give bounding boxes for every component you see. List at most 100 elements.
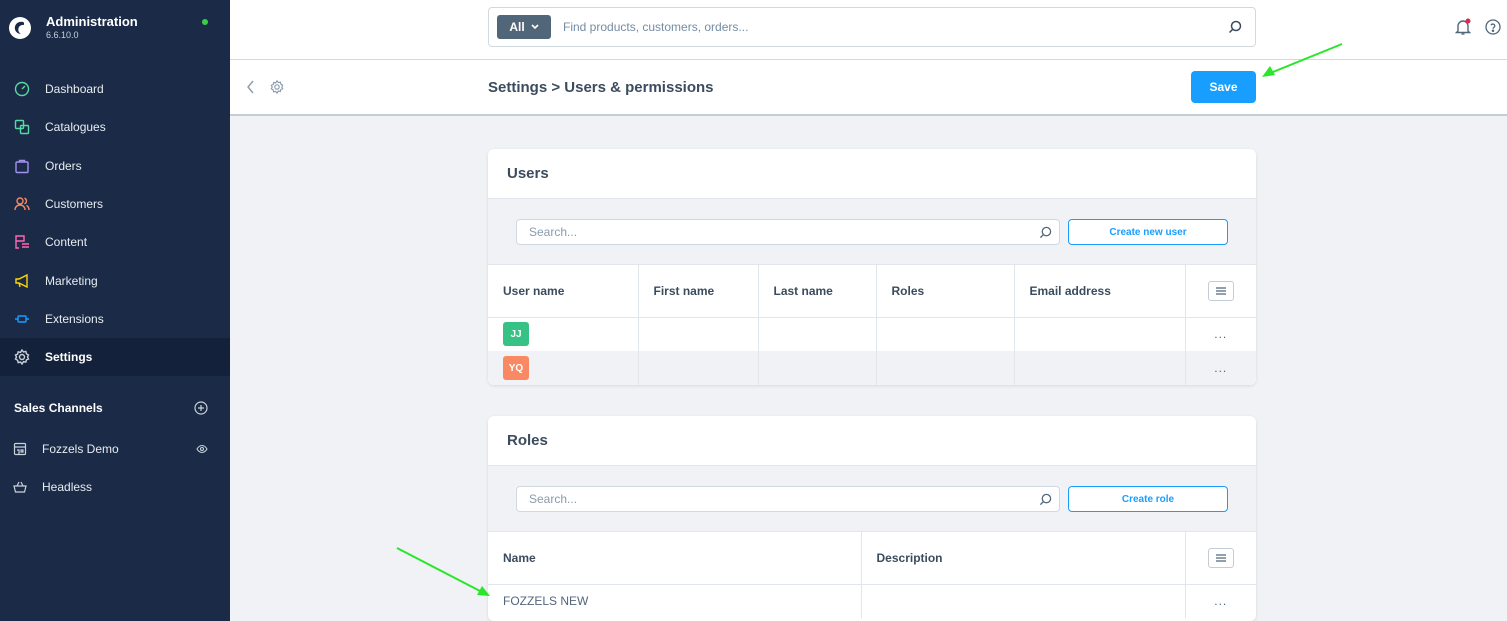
customers-icon <box>13 195 31 213</box>
first-name-cell <box>638 317 759 351</box>
settings-icon <box>13 348 31 366</box>
sales-channels-header: Sales Channels <box>0 396 230 420</box>
column-header[interactable]: Roles <box>876 265 1015 318</box>
search-icon[interactable] <box>1215 20 1255 34</box>
nav-item-dashboard[interactable]: Dashboard <box>0 70 230 108</box>
users-toolbar: Search... Create new user <box>488 199 1256 265</box>
table-row[interactable]: YQ ... <box>488 351 1256 385</box>
settings-module-icon <box>270 79 284 99</box>
users-search-input[interactable]: Search... <box>516 219 1060 245</box>
column-header[interactable]: First name <box>638 265 759 318</box>
last-name-cell <box>758 317 877 351</box>
global-search[interactable]: All Find products, customers, orders... <box>488 7 1256 47</box>
create-role-button[interactable]: Create role <box>1068 486 1228 512</box>
users-table-header: User name First name Last name Roles Ema… <box>488 265 1256 318</box>
nav-item-content[interactable]: Content <box>0 223 230 261</box>
users-card: Users Search... Create new user User nam… <box>488 149 1256 385</box>
page-title: Settings > Users & permissions <box>488 79 714 96</box>
column-header[interactable]: Email address <box>1014 265 1186 318</box>
help-icon[interactable] <box>1485 19 1501 40</box>
column-header[interactable]: User name <box>488 265 639 318</box>
nav-item-marketing[interactable]: Marketing <box>0 261 230 299</box>
nav-label: Settings <box>45 350 93 365</box>
sales-channel-label: Fozzels Demo <box>42 442 119 457</box>
row-actions-button[interactable]: ... <box>1185 317 1256 351</box>
column-settings <box>1185 532 1256 585</box>
email-cell <box>1014 351 1186 385</box>
add-sales-channel-icon[interactable] <box>194 401 208 415</box>
app-version: 6.6.10.0 <box>46 30 79 40</box>
column-settings <box>1185 265 1256 318</box>
search-type-label: All <box>509 20 525 34</box>
shopware-logo-icon <box>9 17 31 39</box>
sales-channels-heading: Sales Channels <box>14 401 103 416</box>
nav-item-customers[interactable]: Customers <box>0 185 230 223</box>
content-icon <box>13 233 31 251</box>
nav-item-orders[interactable]: Orders <box>0 147 230 185</box>
row-actions-button[interactable]: ... <box>1185 351 1256 385</box>
save-button[interactable]: Save <box>1191 71 1256 103</box>
nav-label: Marketing <box>45 273 98 288</box>
table-row[interactable]: JJ ... <box>488 317 1256 351</box>
users-search-placeholder: Search... <box>529 225 578 239</box>
sales-channel-label: Headless <box>42 480 93 495</box>
users-card-title: Users <box>488 149 1256 199</box>
catalogue-icon <box>13 118 31 136</box>
column-settings-icon[interactable] <box>1207 280 1234 301</box>
annotation-arrow-role <box>396 547 490 596</box>
table-row[interactable]: FOZZELS NEW ... <box>488 584 1256 618</box>
global-search-input[interactable]: Find products, customers, orders... <box>563 20 1215 34</box>
roles-card-title: Roles <box>488 416 1256 466</box>
create-new-user-button[interactable]: Create new user <box>1068 219 1228 245</box>
nav-label: Extensions <box>45 311 104 326</box>
back-chevron-icon[interactable] <box>246 80 256 99</box>
column-header[interactable]: Description <box>861 532 1186 585</box>
role-name-cell[interactable]: FOZZELS NEW <box>488 584 862 618</box>
nav-label: Content <box>45 235 88 250</box>
roles-cell <box>876 351 1015 385</box>
basket-icon <box>12 478 28 496</box>
first-name-cell <box>638 351 759 385</box>
nav-label: Dashboard <box>45 82 104 97</box>
main-nav: Dashboard Catalogues Orders Customers Co… <box>0 70 230 377</box>
storefront-icon <box>12 440 28 458</box>
sales-channel-fozzels-demo[interactable]: Fozzels Demo <box>0 430 230 468</box>
roles-cell <box>876 317 1015 351</box>
nav-item-catalogues[interactable]: Catalogues <box>0 108 230 146</box>
online-status-dot <box>202 19 208 25</box>
sidebar: Administration 6.6.10.0 Dashboard Catalo… <box>0 0 230 621</box>
marketing-icon <box>13 272 31 290</box>
role-description-cell <box>861 584 1186 618</box>
eye-icon[interactable] <box>196 444 208 454</box>
column-header[interactable]: Name <box>488 532 862 585</box>
notification-bell-icon[interactable] <box>1454 18 1472 41</box>
roles-table-header: Name Description <box>488 532 1256 585</box>
nav-label: Catalogues <box>45 120 106 135</box>
column-settings-icon[interactable] <box>1207 547 1234 568</box>
user-name-cell: YQ <box>488 351 639 385</box>
nav-item-extensions[interactable]: Extensions <box>0 300 230 338</box>
roles-card: Roles Search... Create role Name Descrip… <box>488 416 1256 621</box>
email-cell <box>1014 317 1186 351</box>
users-table: User name First name Last name Roles Ema… <box>488 265 1256 385</box>
brand: Administration 6.6.10.0 <box>0 0 230 60</box>
roles-search-input[interactable]: Search... <box>516 486 1060 512</box>
roles-toolbar: Search... Create role <box>488 466 1256 532</box>
chevron-down-icon <box>531 24 539 30</box>
nav-label: Customers <box>45 197 104 212</box>
extensions-icon <box>13 310 31 328</box>
app-title: Administration <box>46 14 138 29</box>
nav-item-settings[interactable]: Settings <box>0 338 230 377</box>
annotation-arrow-save <box>1262 43 1343 77</box>
dashboard-icon <box>13 80 31 98</box>
orders-icon <box>13 157 31 175</box>
search-type-select[interactable]: All <box>497 15 551 39</box>
nav-label: Orders <box>45 158 82 173</box>
avatar: YQ <box>503 356 529 380</box>
user-name-cell: JJ <box>488 317 639 351</box>
roles-table: Name Description FOZZELS NEW ... <box>488 532 1256 618</box>
avatar: JJ <box>503 322 529 347</box>
column-header[interactable]: Last name <box>758 265 877 318</box>
row-actions-button[interactable]: ... <box>1185 584 1256 618</box>
sales-channel-headless[interactable]: Headless <box>0 468 230 506</box>
